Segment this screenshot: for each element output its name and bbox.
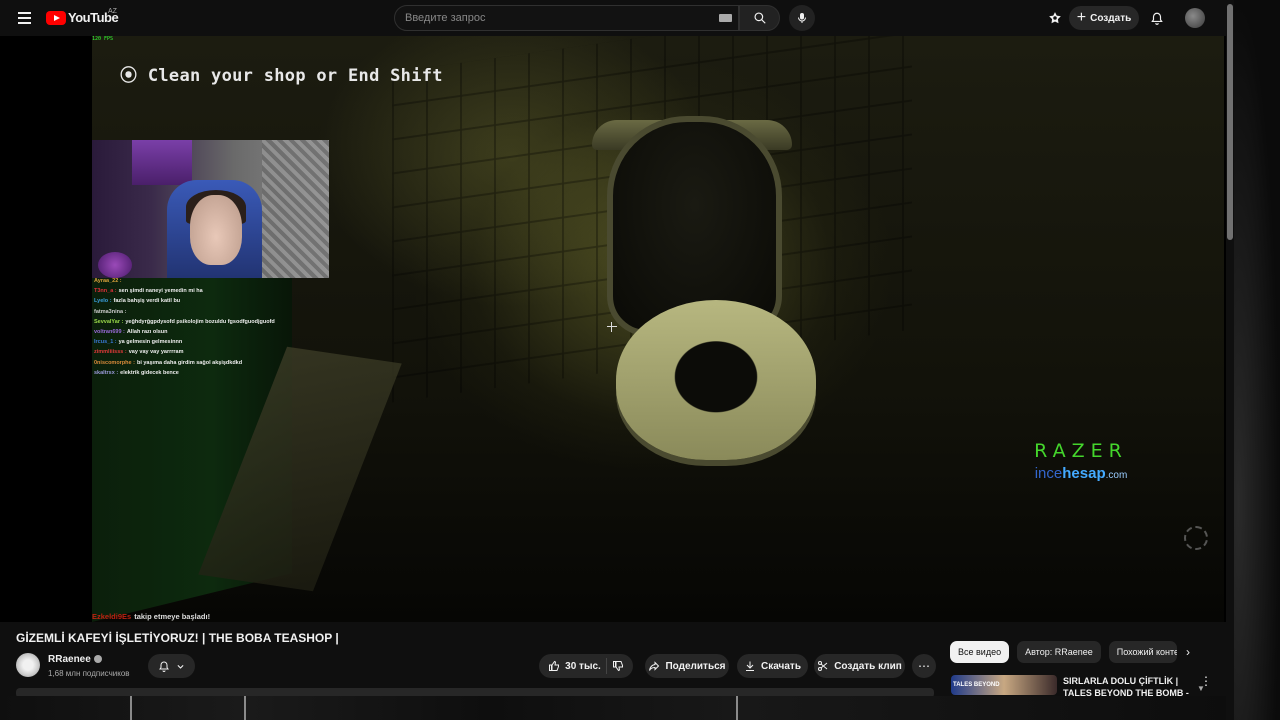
chip-all-videos[interactable]: Все видео [950,641,1010,663]
razer-logo-text: RAZER [1034,440,1128,462]
chevron-right-icon[interactable]: › [1186,645,1190,659]
chevron-down-icon [177,664,184,669]
bell-icon [159,660,169,672]
chat-username: 0niscomorphe : [94,359,135,366]
chat-text: vay vay vay yarrrram [128,349,184,356]
download-label: Скачать [761,660,801,672]
chat-message: voltran699 : Allah razı olsun [94,327,354,337]
keyboard-icon[interactable] [719,14,732,22]
chat-username: skaltrsx : [94,369,119,376]
share-button[interactable]: Поделиться [645,654,729,678]
chat-username: fatma3nina : [94,308,127,315]
dislike-icon[interactable] [612,660,624,672]
toilet-seat [616,300,816,460]
channel-name[interactable]: RRaenee [48,654,102,665]
chat-text: bi yaşıma daha girdim sağol akşişdkdkd [136,359,243,366]
chip-related[interactable]: Похожий контент [1108,641,1177,663]
search-box [394,5,739,31]
chat-text: yeğhdyrğgpdysofd psikolojim bozuldu fgso… [125,318,275,325]
notifications-bell-icon[interactable] [1147,8,1167,28]
objective-target-icon: ⦿ [120,66,148,86]
subscription-bell-button[interactable] [148,654,195,678]
sponsor-site: incehesap.com [1034,465,1128,482]
chat-message: SevvalYar : yeğhdyrğgpdysofd psikolojim b… [94,317,354,327]
chat-username: Ircus_1 : [94,339,117,346]
share-icon [649,661,660,671]
like-icon[interactable] [548,660,560,672]
objective-text: Clean your shop or End Shift [147,66,443,86]
chat-username: Ayraa_22 : [94,278,122,284]
search-icon [754,12,766,24]
search-button[interactable] [739,5,780,31]
follow-alert-user: Ezkeldi9Es [92,612,132,621]
account-avatar[interactable] [1185,8,1205,28]
scroll-down-arrow-icon[interactable]: ▼ [1197,684,1205,693]
chat-message: 0niscomorphe : bi yaşıma daha girdim sağo… [94,358,354,368]
fps-counter: 120 FPS [92,36,114,42]
strip-mark [244,696,246,720]
chat-text: ya gelmesin gelmesinnn [118,339,183,346]
crosshair-icon [607,322,617,332]
desktop-background [1234,0,1280,720]
game-objective: ⦿ Clean your shop or End Shift [120,61,443,86]
download-icon [746,661,755,671]
search-input[interactable] [395,6,738,30]
desktop-strip [0,696,1226,720]
scissors-icon [818,661,828,671]
more-actions-button[interactable]: ⋯ [912,654,936,678]
chat-message: skaltrsx : elektrik gidecek bence [94,368,354,378]
subscriber-count: 1,68 млн подписчиков [48,669,130,678]
streamer-webcam [92,140,329,278]
recommendation-thumbnail[interactable]: TALES BEYOND [951,675,1057,695]
video-title: GİZEMLİ KAFEYİ İŞLETİYORUZ! | THE BOBA T… [16,631,339,645]
download-button[interactable]: Скачать [737,654,808,678]
chat-message: zimmliiisss : vay vay vay yarrrram [94,347,354,357]
chat-username: SevvalYar : [94,318,124,325]
chat-text: sen şimdi naneyi yemedin mi ha [118,288,203,295]
follow-alert-text: takip etmeye başladı! [134,612,211,621]
chat-text: elektrik gidecek bence [120,369,179,376]
chat-message: fatma3nina : [94,307,354,317]
strip-mark [130,696,132,720]
follow-alert: Ezkeldi9Es takip etmeye başladı! [92,612,210,621]
menu-icon[interactable] [12,6,36,30]
chat-message: Ayraa_22 : [94,276,354,286]
like-dislike-group: 30 тыс. [539,654,633,678]
create-label: Создать [1090,12,1132,24]
chat-message: Ircus_1 : ya gelmesin gelmesinnn [94,337,354,347]
share-label: Поделиться [665,660,726,672]
chat-text: Allah razı olsun [126,329,168,336]
chat-username: Lyelo : [94,298,112,305]
sponsor-logo: RAZER incehesap.com [1026,440,1136,482]
microphone-icon [798,13,806,23]
chip-author[interactable]: Автор: RRaenee [1017,641,1101,663]
country-code: AZ [108,8,117,15]
scrollbar-thumb[interactable] [1227,4,1233,240]
youtube-play-icon [46,10,66,25]
chat-username: T3nn_a : [94,288,117,295]
chat-text: fazla bahşiş verdi katil bu [113,298,181,305]
top-bar: YouTube AZ + Создать [0,0,1226,36]
stream-chat: Ayraa_22 : T3nn_a : sen şimdi naneyi yemed… [94,276,354,378]
more-dots-icon: ⋯ [918,659,930,673]
chat-message: T3nn_a : sen şimdi naneyi yemedin mi ha [94,286,354,296]
clip-label: Создать клип [834,660,902,672]
voice-search-button[interactable] [789,5,815,31]
strip-mark [736,696,738,720]
plus-icon: + [1076,9,1087,26]
video-player[interactable]: 120 FPS ⦿ Clean your shop or End Shift A… [0,36,1226,622]
recommendation-chips: Все видео Автор: RRaenee Похожий контент [950,641,1177,663]
create-clip-button[interactable]: Создать клип [814,654,905,678]
verified-icon [93,655,102,664]
chat-message: Lyelo : fazla bahşiş verdi katil bu [94,296,354,306]
chat-username: zimmliiisss : [94,349,127,356]
channel-watermark-icon[interactable] [1184,526,1208,550]
chat-username: voltran699 : [94,329,125,336]
like-count[interactable]: 30 тыс. [565,661,601,672]
create-button[interactable]: + Создать [1069,6,1139,30]
channel-avatar[interactable] [16,653,40,677]
premium-badge-icon[interactable] [1045,8,1065,28]
